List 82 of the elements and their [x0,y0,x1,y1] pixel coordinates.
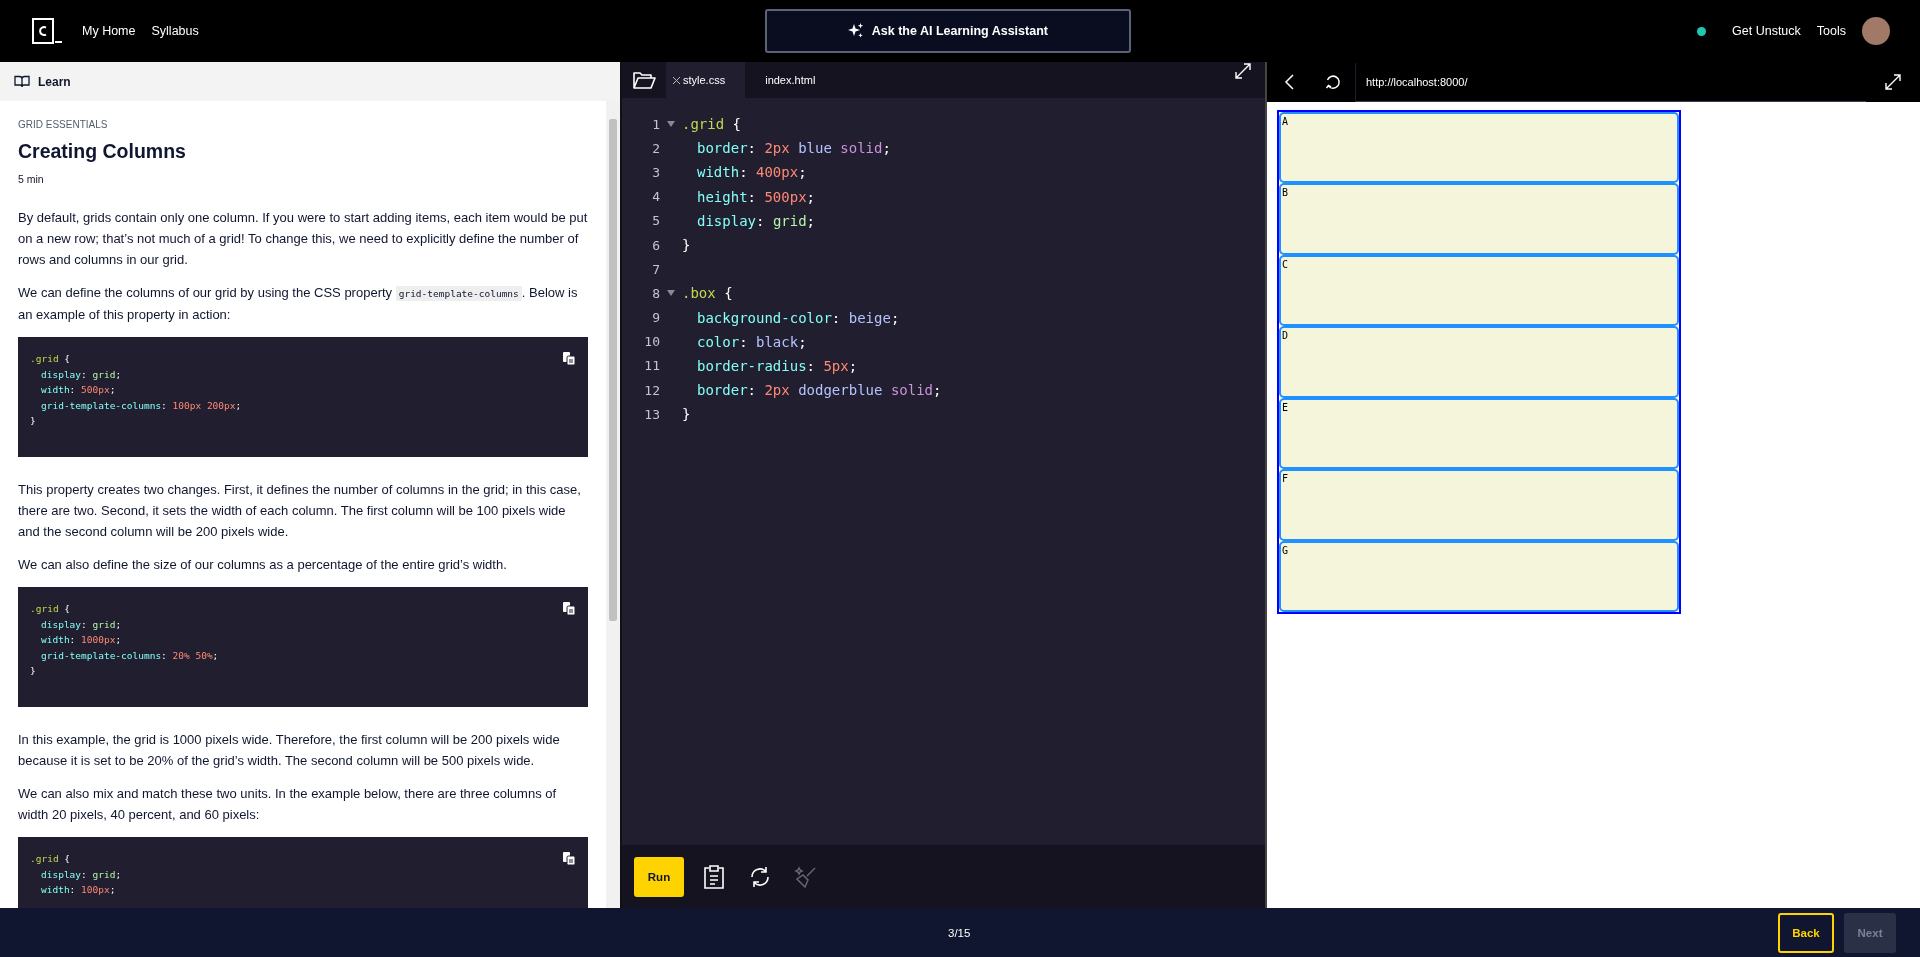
ai-assistant-button[interactable]: Ask the AI Learning Assistant [764,9,1131,53]
paragraph: This property creates two changes. First, it defines the number of columns in the grid; in this case, there are two. Second, it sets the width of each column. The first column will be 100 pixels wide and the second column will be 200 pixels wide. [18,481,582,541]
code-line: height: 500px; [696,188,816,205]
file-tab[interactable]: style.css [666,62,746,98]
close-icon[interactable] [672,75,681,85]
code-line: width: 100px; [40,883,117,897]
code-line: grid-template-columns: 20% 50%; [40,648,219,663]
line-number: 2 [651,140,660,156]
line-number: 5 [651,213,660,229]
avatar[interactable] [1862,17,1890,45]
code-line: border: 2px blue solid; [696,140,891,157]
grid-box: A [1279,112,1679,184]
code-line: .grid { [30,852,72,866]
code-line: background-color: beige; [696,309,900,326]
copy-icon[interactable] [562,851,576,866]
code-line: .grid { [30,352,72,366]
expand-icon[interactable] [1885,74,1901,90]
paragraph: We can define the columns of our grid by using the CSS property grid-template-columns . Below is an example of this property in action: [18,284,579,324]
code-line: } [30,664,37,678]
grid-box: F [1279,469,1679,541]
lesson-title: Creating Columns [18,140,187,163]
line-number: 6 [651,237,660,253]
file-tab[interactable]: index.html [745,62,836,98]
progress-counter: 3/15 [948,926,971,939]
code-line: } [682,406,691,423]
line-number: 10 [643,334,660,350]
back-button[interactable]: Back [1778,912,1834,953]
code-line: width: 500px; [40,383,117,397]
paragraph: We can also define the size of our columns as a percentage of the entire grid’s width. [18,556,508,574]
line-number: 7 [651,261,660,277]
code-line: display: grid; [40,867,122,882]
run-button[interactable]: Run [634,856,684,897]
code-line: grid-template-columns: 100px 200px; [40,398,242,413]
code-line: border: 2px dodgerblue solid; [696,382,942,399]
fold-caret-icon[interactable] [667,290,675,297]
panel-title: Learn [38,74,71,89]
scrollbar-thumb[interactable] [609,119,617,621]
paragraph: In this example, the grid is 1000 pixels wide. Therefore, the first column will be 200 pixels wide because it is set to be 20% of the grid’s width. The second column will be 500 pixels wide. [18,731,561,770]
sparkle-icon [847,23,864,39]
code-line: display: grid; [40,367,123,382]
line-number: 1 [651,116,660,132]
code-line: width: 400px; [696,164,807,181]
line-number: 13 [643,406,660,422]
lesson-duration: 5 min [18,173,45,185]
grid-box: D [1279,326,1679,398]
expand-icon[interactable] [1235,63,1251,79]
book-icon [14,75,30,88]
code-line: color: black; [696,333,807,350]
fold-caret-icon[interactable] [667,121,675,128]
code-line: .grid { [682,116,741,133]
grid-box: C [1279,254,1679,327]
line-number: 12 [643,382,660,398]
url-field[interactable]: http://localhost:8000/ [1355,62,1866,102]
paragraph: By default, grids contain only one column. If you were to start adding items, each item would be put on a new row; that’s not much of a grid! To change this, we need to explicitly define the number of rows and columns in our grid. [18,209,588,269]
logo-icon[interactable] [32,18,62,44]
copy-icon[interactable] [562,351,576,366]
code-line: display: grid; [40,617,123,632]
line-number: 11 [643,358,660,374]
code-line: .box { [682,285,733,302]
code-line: .grid { [30,602,72,616]
nav-link[interactable]: Syllabus [151,24,199,38]
grid-box: G [1279,540,1679,612]
nav-link[interactable]: Tools [1816,24,1846,38]
folder-icon[interactable] [632,70,656,90]
lesson-category: GRID ESSENTIALS [18,119,109,130]
line-number: 8 [651,285,660,301]
line-number: 3 [651,164,660,180]
line-number: 9 [651,310,660,326]
grid-box: E [1279,397,1679,470]
reload-icon[interactable] [1325,74,1341,90]
paragraph: We can also mix and match these two units. In the example below, there are three columns of width 20 pixels, 40 percent, and 60 pixels: [18,785,558,824]
code-line: } [30,414,37,428]
nav-link[interactable]: My Home [82,24,136,38]
line-number: 4 [651,189,660,205]
grid-box: B [1279,183,1679,255]
status-dot [1697,26,1707,36]
code-line: display: grid; [696,212,816,229]
code-line: border-radius: 5px; [696,357,858,374]
code-line: } [682,237,691,254]
nav-link[interactable]: Get Unstuck [1732,24,1801,38]
copy-icon[interactable] [562,601,576,616]
code-line: width: 1000px; [40,633,123,647]
